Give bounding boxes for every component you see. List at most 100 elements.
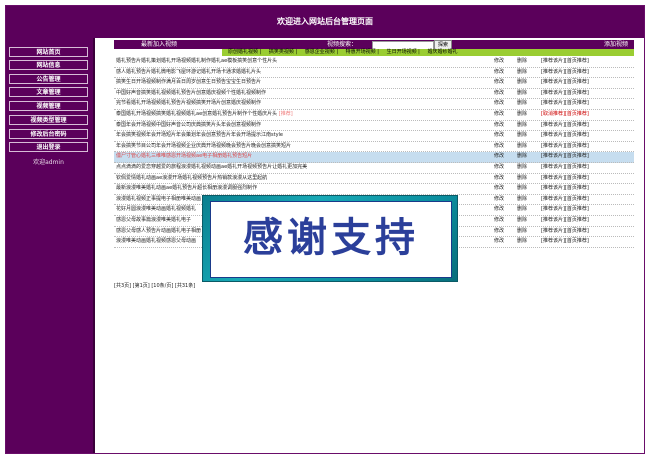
delete-link[interactable]: 删除 <box>517 227 527 236</box>
video-title-link[interactable]: 婚礼预告片婚礼策划婚礼开场视频婚礼制作婚礼ae模板搞笑创意个性片头 <box>116 57 486 66</box>
delete-link[interactable]: 删除 <box>517 152 527 161</box>
recommend-link[interactable]: [推荐该片][首页推荐] <box>541 68 589 77</box>
category-link[interactable]: 搞笑类视频 <box>269 49 294 55</box>
category-link[interactable]: 感恩企业视频 <box>305 49 335 55</box>
recommend-link[interactable]: [取消推荐][首页推荐] <box>541 110 589 119</box>
homepage-recommend-link[interactable]: [首页推荐] <box>565 58 589 64</box>
category-link[interactable]: 婚庆婚纱婚礼 <box>427 49 457 55</box>
video-title-link[interactable]: 年会搞笑视频年会开场短片年会策划年会创意预告片年会开场提示江南style <box>116 131 486 140</box>
recommend-toggle[interactable]: [推荐该片] <box>541 58 565 64</box>
edit-link[interactable]: 修改 <box>494 57 504 66</box>
recommend-link[interactable]: [推荐该片][首页推荐] <box>541 227 589 236</box>
edit-link[interactable]: 修改 <box>494 142 504 151</box>
category-link[interactable]: 原创婚礼视频 <box>228 49 258 55</box>
edit-link[interactable]: 修改 <box>494 184 504 193</box>
video-title-link[interactable]: 完节看婚礼开场视频婚礼预告片视频搞笑开场片创意婚庆视频制作 <box>116 99 486 108</box>
homepage-recommend-link[interactable]: [首页推荐] <box>565 153 589 159</box>
video-title-link[interactable]: 搞笑生日开场视频制作满月百日周岁创意生日预告宝宝生日预告片 <box>116 78 486 87</box>
recommend-link[interactable]: [推荐该片][首页推荐] <box>541 184 589 193</box>
video-title-link[interactable]: 点点滴滴的爱恋穿越爱的旅程浪漫婚礼视频动画ae婚礼开场视频预告片让婚礼更加完美 <box>116 163 486 172</box>
delete-link[interactable]: 删除 <box>517 237 527 246</box>
recommend-link[interactable]: [推荐该片][首页推荐] <box>541 174 589 183</box>
recommend-toggle[interactable]: [推荐该片] <box>541 185 565 191</box>
sidebar-item-articles[interactable]: 文章管理 <box>9 87 88 97</box>
homepage-recommend-link[interactable]: [首页推荐] <box>565 100 589 106</box>
delete-link[interactable]: 删除 <box>517 195 527 204</box>
edit-link[interactable]: 修改 <box>494 227 504 236</box>
recommend-toggle[interactable]: [推荐该片] <box>541 228 565 234</box>
category-link[interactable]: 生日开场视频 <box>387 49 417 55</box>
recommend-toggle[interactable]: [推荐该片] <box>541 69 565 75</box>
homepage-recommend-link[interactable]: [首页推荐] <box>565 69 589 75</box>
delete-link[interactable]: 删除 <box>517 57 527 66</box>
delete-link[interactable]: 删除 <box>517 68 527 77</box>
sidebar-item-password[interactable]: 修改后台密码 <box>9 129 88 139</box>
edit-link[interactable]: 修改 <box>494 163 504 172</box>
recommend-link[interactable]: [推荐该片][首页推荐] <box>541 152 589 161</box>
recommend-toggle[interactable]: [推荐该片] <box>541 122 565 128</box>
category-link[interactable]: 特惠开场视频 <box>346 49 376 55</box>
recommend-toggle[interactable]: [推荐该片] <box>541 164 565 170</box>
edit-link[interactable]: 修改 <box>494 89 504 98</box>
homepage-recommend-link[interactable]: [首页推荐] <box>565 164 589 170</box>
video-title-link[interactable]: 中国好声音搞笑婚礼视频婚礼预告片创意婚庆视频个性婚礼视频制作 <box>116 89 486 98</box>
recommend-toggle[interactable]: [推荐该片] <box>541 196 565 202</box>
recommend-link[interactable]: [推荐该片][首页推荐] <box>541 121 589 130</box>
recommend-link[interactable]: [推荐该片][首页推荐] <box>541 89 589 98</box>
sidebar-item-video-types[interactable]: 视频类型管理 <box>9 115 88 125</box>
edit-link[interactable]: 修改 <box>494 131 504 140</box>
recommend-toggle[interactable]: [推荐该片] <box>541 143 565 149</box>
delete-link[interactable]: 删除 <box>517 205 527 214</box>
video-title-link[interactable]: 最新浪漫唯美婚礼动画ae婚礼预告片超长相册浪漫调服强烈制作 <box>116 184 486 193</box>
homepage-recommend-link[interactable]: [首页推荐] <box>565 196 589 202</box>
homepage-recommend-link[interactable]: [首页推荐] <box>565 90 589 96</box>
delete-link[interactable]: 删除 <box>517 121 527 130</box>
recommend-link[interactable]: [推荐该片][首页推荐] <box>541 131 589 140</box>
recommend-link[interactable]: [推荐该片][首页推荐] <box>541 237 589 246</box>
edit-link[interactable]: 修改 <box>494 99 504 108</box>
recommend-toggle[interactable]: [推荐该片] <box>541 238 565 244</box>
homepage-recommend-link[interactable]: [首页推荐] <box>565 217 589 223</box>
homepage-recommend-link[interactable]: [首页推荐] <box>565 122 589 128</box>
recommend-toggle[interactable]: [取消推荐] <box>541 111 565 117</box>
video-title-link[interactable]: 年会搞笑节目公司年会开场视频企业庆典开场视频晚会预告片晚会创意搞笑短片 <box>116 142 486 151</box>
video-title-link[interactable]: 感人婚礼预告片婚礼微电影飞屋环游记婚礼开场卡通求婚婚礼片头 <box>116 68 486 77</box>
delete-link[interactable]: 删除 <box>517 99 527 108</box>
recommend-toggle[interactable]: [推荐该片] <box>541 206 565 212</box>
sidebar-item-logout[interactable]: 退出登录 <box>9 142 88 152</box>
edit-link[interactable]: 修改 <box>494 216 504 225</box>
recommend-toggle[interactable]: [推荐该片] <box>541 217 565 223</box>
delete-link[interactable]: 删除 <box>517 131 527 140</box>
sidebar-item-site-info[interactable]: 网站信息 <box>9 60 88 70</box>
recommend-link[interactable]: [推荐该片][首页推荐] <box>541 205 589 214</box>
sidebar-item-videos[interactable]: 视频管理 <box>9 101 88 111</box>
delete-link[interactable]: 删除 <box>517 78 527 87</box>
recommend-link[interactable]: [推荐该片][首页推荐] <box>541 216 589 225</box>
edit-link[interactable]: 修改 <box>494 78 504 87</box>
homepage-recommend-link[interactable]: [首页推荐] <box>565 185 589 191</box>
video-title-link[interactable]: 泰国婚礼开场视频搞笑婚礼视频婚礼ae创意婚礼预告片制作个性婚庆片头 [推荐] <box>116 110 486 119</box>
delete-link[interactable]: 删除 <box>517 163 527 172</box>
homepage-recommend-link[interactable]: [首页推荐] <box>565 175 589 181</box>
edit-link[interactable]: 修改 <box>494 174 504 183</box>
delete-link[interactable]: 删除 <box>517 216 527 225</box>
sidebar-item-notices[interactable]: 公告管理 <box>9 74 88 84</box>
recommend-toggle[interactable]: [推荐该片] <box>541 132 565 138</box>
delete-link[interactable]: 删除 <box>517 184 527 193</box>
homepage-recommend-link[interactable]: [首页推荐] <box>565 206 589 212</box>
recommend-link[interactable]: [推荐该片][首页推荐] <box>541 99 589 108</box>
edit-link[interactable]: 修改 <box>494 195 504 204</box>
video-title-link[interactable]: 钦佩爱情婚礼动画ae浪漫开场婚礼视频预告片热销款浪漫从这里起航 <box>116 174 486 183</box>
delete-link[interactable]: 删除 <box>517 89 527 98</box>
video-title-link[interactable]: 泰国年会开场视频中国好声音公司庆典搞笑片头年会创意视频制作 <box>116 121 486 130</box>
video-title-link[interactable]: 僵尸寸管心婚礼三维唯感恩开场视频ae电子相册婚礼预告短片 <box>116 152 486 161</box>
recommend-link[interactable]: [推荐该片][首页推荐] <box>541 78 589 87</box>
add-video-link[interactable]: 添加视频 <box>604 40 628 49</box>
recommend-toggle[interactable]: [推荐该片] <box>541 153 565 159</box>
homepage-recommend-link[interactable]: [首页推荐] <box>565 79 589 85</box>
edit-link[interactable]: 修改 <box>494 68 504 77</box>
recommend-toggle[interactable]: [推荐该片] <box>541 90 565 96</box>
edit-link[interactable]: 修改 <box>494 237 504 246</box>
homepage-recommend-link[interactable]: [首页推荐] <box>565 143 589 149</box>
recommend-link[interactable]: [推荐该片][首页推荐] <box>541 195 589 204</box>
